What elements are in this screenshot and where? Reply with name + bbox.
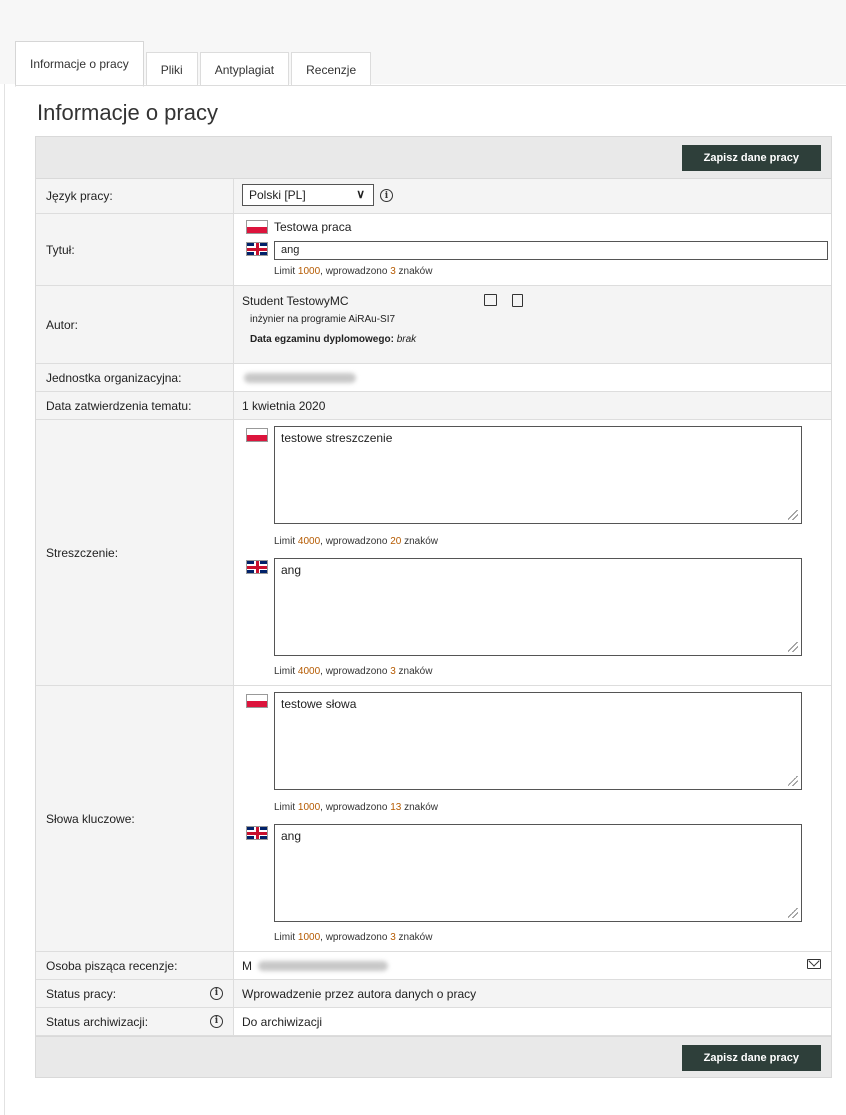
value-abstract: testowe streszczenie Limit 4000, wprowad…: [234, 420, 831, 685]
tab-recenzje[interactable]: Recenzje: [291, 52, 372, 86]
row-author: Autor: Student TestowyMC inżynier na pro…: [36, 286, 831, 364]
label-title: Tytuł:: [36, 214, 234, 285]
row-title: Tytuł: Testowa praca ang Limit 1000, wpr…: [36, 214, 831, 286]
value-keywords: testowe słowa Limit 1000, wprowadzono 13…: [234, 686, 831, 951]
exam-date-label: Data egzaminu dyplomowego:: [250, 334, 394, 345]
abstract-en-limit: Limit 4000, wprowadzono 3 znaków: [274, 666, 433, 677]
page: Informacje o pracy Pliki Antyplagiat Rec…: [0, 0, 846, 1115]
row-keywords: Słowa kluczowe: testowe słowa Limit 1000…: [36, 686, 831, 952]
value-reviewer: M: [234, 952, 831, 979]
resize-handle-icon[interactable]: [788, 642, 798, 652]
label-approval-date: Data zatwierdzenia tematu:: [36, 392, 234, 419]
row-org-unit: Jednostka organizacyjna:: [36, 364, 831, 392]
keywords-en-limit: Limit 1000, wprowadzono 3 znaków: [274, 932, 433, 943]
left-border: [4, 84, 5, 1115]
archive-status-label-text: Status archiwizacji:: [46, 1014, 149, 1029]
label-reviewer: Osoba pisząca recenzje:: [36, 952, 234, 979]
title-en-input[interactable]: ang: [274, 241, 828, 260]
tab-pliki[interactable]: Pliki: [145, 52, 198, 86]
keywords-pl-textarea[interactable]: testowe słowa: [274, 692, 802, 790]
flag-gb-icon: [246, 560, 268, 574]
label-language: Język pracy:: [36, 179, 234, 213]
title-limit-text: Limit 1000, wprowadzono 3 znaków: [274, 266, 433, 277]
abstract-en-textarea[interactable]: ang: [274, 558, 802, 656]
author-program: inżynier na programie AiRAu-SI7: [250, 314, 396, 325]
language-select[interactable]: Polski [PL] ∨: [242, 184, 374, 206]
row-reviewer: Osoba pisząca recenzje: M: [36, 952, 831, 980]
exam-date-value: brak: [396, 334, 417, 345]
exam-date: Data egzaminu dyplomowego: brak: [250, 334, 416, 345]
flag-pl-icon: [246, 220, 268, 234]
status-label-text: Status pracy:: [46, 986, 117, 1001]
resize-handle-icon[interactable]: [788, 908, 798, 918]
keywords-en-textarea[interactable]: ang: [274, 824, 802, 922]
value-org-unit: [234, 364, 831, 391]
label-abstract: Streszczenie:: [36, 420, 234, 685]
save-button-top[interactable]: Zapisz dane pracy: [681, 145, 821, 171]
abstract-pl-limit: Limit 4000, wprowadzono 20 znaków: [274, 536, 439, 547]
info-circle-icon[interactable]: i: [380, 189, 393, 202]
redacted-reviewer-name: [258, 961, 388, 971]
top-action-bar: Zapisz dane pracy: [36, 137, 831, 179]
value-archive-status: Do archiwizacji: [234, 1008, 831, 1035]
tab-informacje-o-pracy[interactable]: Informacje o pracy: [15, 41, 144, 87]
language-select-value: Polski [PL]: [249, 188, 306, 202]
title-pl-text: Testowa praca: [274, 220, 352, 234]
label-org-unit: Jednostka organizacyjna:: [36, 364, 234, 391]
redacted-org-unit: [244, 373, 356, 383]
save-button-bottom[interactable]: Zapisz dane pracy: [681, 1045, 821, 1071]
flag-pl-icon: [246, 428, 268, 442]
resize-handle-icon[interactable]: [788, 776, 798, 786]
value-author: Student TestowyMC inżynier na programie …: [234, 286, 831, 363]
flag-pl-icon: [246, 694, 268, 708]
flag-gb-icon: [246, 826, 268, 840]
value-title: Testowa praca ang Limit 1000, wprowadzon…: [234, 214, 831, 285]
row-approval-date: Data zatwierdzenia tematu: 1 kwietnia 20…: [36, 392, 831, 420]
keywords-pl-text: testowe słowa: [281, 697, 357, 711]
resize-handle-icon[interactable]: [788, 510, 798, 520]
value-status: Wprowadzenie przez autora danych o pracy: [234, 980, 831, 1007]
row-archive-status: Status archiwizacji: i Do archiwizacji: [36, 1008, 831, 1036]
tab-underline: [15, 85, 846, 86]
keywords-en-text: ang: [281, 829, 302, 843]
image-icon[interactable]: [484, 294, 497, 306]
row-abstract: Streszczenie: testowe streszczenie Limit…: [36, 420, 831, 686]
row-status: Status pracy: i Wprowadzenie przez autor…: [36, 980, 831, 1008]
bottom-action-bar: Zapisz dane pracy: [36, 1036, 831, 1077]
document-icon[interactable]: [512, 294, 523, 307]
info-circle-icon[interactable]: i: [210, 1014, 223, 1028]
label-status: Status pracy: i: [36, 980, 234, 1007]
abstract-pl-textarea[interactable]: testowe streszczenie: [274, 426, 802, 524]
info-circle-icon[interactable]: i: [210, 986, 223, 1000]
row-language: Język pracy: Polski [PL] ∨ i: [36, 179, 831, 214]
label-author: Autor:: [36, 286, 234, 363]
envelope-icon[interactable]: [807, 959, 821, 969]
value-approval-date: 1 kwietnia 2020: [234, 392, 831, 419]
tab-bar: Informacje o pracy Pliki Antyplagiat Rec…: [15, 40, 373, 87]
page-title: Informacje o pracy: [37, 100, 218, 125]
work-info-panel: Zapisz dane pracy Język pracy: Polski [P…: [35, 136, 832, 1078]
chevron-down-icon: ∨: [356, 187, 365, 201]
flag-gb-icon: [246, 242, 268, 256]
tab-antyplagiat[interactable]: Antyplagiat: [199, 52, 290, 86]
value-language: Polski [PL] ∨ i: [234, 179, 831, 213]
label-archive-status: Status archiwizacji: i: [36, 1008, 234, 1035]
abstract-pl-text: testowe streszczenie: [281, 431, 393, 445]
author-name: Student TestowyMC: [242, 294, 349, 308]
label-keywords: Słowa kluczowe:: [36, 686, 234, 951]
keywords-pl-limit: Limit 1000, wprowadzono 13 znaków: [274, 802, 439, 813]
abstract-en-text: ang: [281, 563, 302, 577]
reviewer-initial: M: [242, 959, 252, 973]
